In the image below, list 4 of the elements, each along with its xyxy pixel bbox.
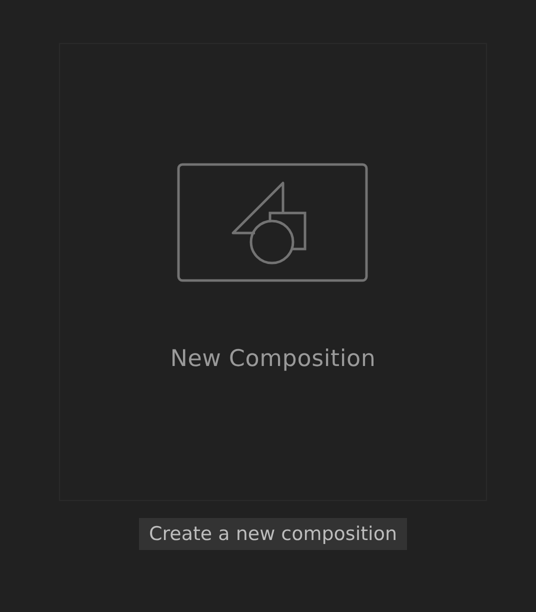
new-composition-card[interactable]: New Composition	[59, 43, 487, 501]
shapes-icon	[177, 163, 369, 283]
card-title: New Composition	[170, 346, 376, 372]
tooltip: Create a new composition	[138, 518, 407, 550]
